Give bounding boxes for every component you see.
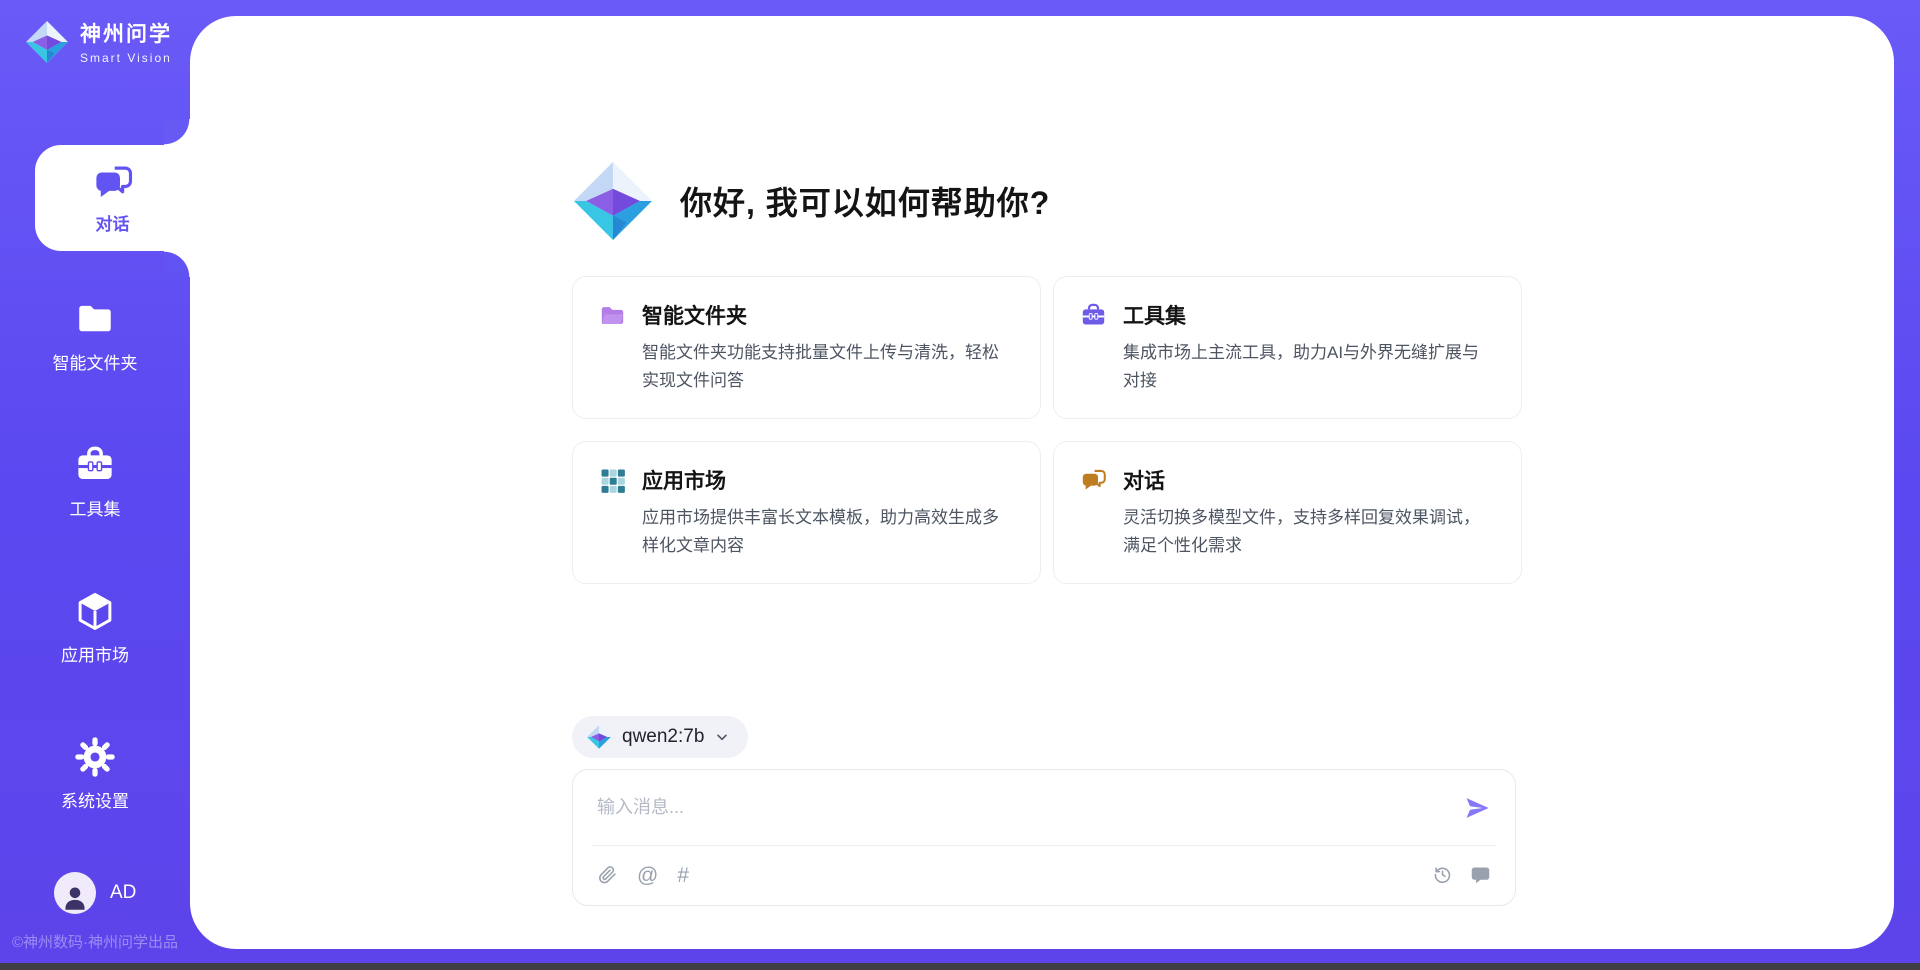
sidebar-item-label: 工具集 (70, 495, 121, 520)
cube-icon (74, 590, 116, 632)
folder-icon (74, 298, 116, 340)
card-desc: 智能文件夹功能支持批量文件上传与清洗，轻松实现文件问答 (642, 339, 1014, 395)
brand-subtitle: Smart Vision (80, 51, 172, 65)
mention-icon: @ (637, 865, 658, 886)
chevron-down-icon (714, 729, 730, 745)
card-head: 对话 (1080, 465, 1495, 495)
window-bottom-edge (0, 963, 1920, 970)
history-icon (1432, 864, 1453, 888)
message-icon (1470, 864, 1491, 888)
composer-toolbar: @ # (573, 846, 1515, 905)
greeting: 你好, 我可以如何帮助你? (570, 158, 1050, 244)
brand: 神州问学 Smart Vision (24, 18, 172, 65)
grid-icon (599, 467, 626, 494)
message-input[interactable] (597, 797, 1451, 818)
card-head: 智能文件夹 (599, 300, 1014, 330)
sidebar-item-chat[interactable]: 对话 (35, 145, 190, 251)
card-chat[interactable]: 对话 灵活切换多模型文件，支持多样回复效果调试，满足个性化需求 (1053, 441, 1522, 584)
sidebar-item-toolbox[interactable]: 工具集 (0, 444, 190, 520)
card-title: 应用市场 (642, 465, 726, 495)
avatar (54, 872, 96, 914)
chat-icon (1080, 467, 1107, 494)
model-selector[interactable]: qwen2:7b (572, 716, 748, 758)
composer-input-row (573, 770, 1515, 845)
sidebar-item-label: 应用市场 (61, 641, 129, 666)
card-toolbox[interactable]: 工具集 集成市场上主流工具，助力AI与外界无缝扩展与对接 (1053, 276, 1522, 419)
card-title: 工具集 (1123, 300, 1186, 330)
brand-title: 神州问学 (80, 18, 172, 48)
paperclip-icon (597, 864, 618, 888)
sidebar-item-app-market[interactable]: 应用市场 (0, 590, 190, 666)
brand-text: 神州问学 Smart Vision (80, 18, 172, 65)
card-desc: 集成市场上主流工具，助力AI与外界无缝扩展与对接 (1123, 339, 1495, 395)
composer-right-tools (1432, 864, 1491, 888)
hash-icon: # (677, 865, 689, 886)
card-app-market[interactable]: 应用市场 应用市场提供丰富长文本模板，助力高效生成多样化文章内容 (572, 441, 1041, 584)
feature-cards: 智能文件夹 智能文件夹功能支持批量文件上传与清洗，轻松实现文件问答 工具集 集成… (572, 276, 1516, 584)
card-desc: 灵活切换多模型文件，支持多样回复效果调试，满足个性化需求 (1123, 504, 1495, 560)
user-initials: AD (110, 882, 136, 904)
send-button[interactable] (1463, 794, 1491, 822)
chat-icon (92, 162, 134, 204)
message-composer: @ # (572, 769, 1516, 906)
user-profile[interactable]: AD (54, 872, 136, 914)
card-head: 工具集 (1080, 300, 1495, 330)
sidebar-item-label: 智能文件夹 (53, 349, 138, 374)
mention-button[interactable]: @ (637, 865, 658, 886)
card-title: 对话 (1123, 465, 1165, 495)
card-desc: 应用市场提供丰富长文本模板，助力高效生成多样化文章内容 (642, 504, 1014, 560)
sidebar-item-label: 系统设置 (61, 787, 129, 812)
footer-credit: ©神州数码·神州问学出品 (0, 931, 190, 952)
sidebar-item-label: 对话 (96, 210, 130, 235)
card-head: 应用市场 (599, 465, 1014, 495)
history-button[interactable] (1432, 864, 1453, 888)
brand-gem-icon (24, 19, 70, 65)
app-root: 神州问学 Smart Vision 对话 智能文件夹 (0, 0, 1920, 970)
send-icon (1463, 810, 1491, 825)
page-title: 你好, 我可以如何帮助你? (680, 178, 1050, 224)
card-smart-folder[interactable]: 智能文件夹 智能文件夹功能支持批量文件上传与清洗，轻松实现文件问答 (572, 276, 1041, 419)
model-name: qwen2:7b (622, 726, 704, 748)
toolbox-icon (1080, 302, 1107, 329)
attach-button[interactable] (597, 864, 618, 888)
sidebar-item-smart-folder[interactable]: 智能文件夹 (0, 298, 190, 374)
folder-icon (599, 302, 626, 329)
sidebar-item-settings[interactable]: 系统设置 (0, 736, 190, 812)
gear-icon (74, 736, 116, 778)
card-title: 智能文件夹 (642, 300, 747, 330)
greeting-gem-icon (570, 158, 656, 244)
quick-message-button[interactable] (1470, 864, 1491, 888)
hash-button[interactable]: # (677, 865, 689, 886)
model-gem-icon (586, 724, 612, 750)
toolbox-icon (74, 444, 116, 486)
